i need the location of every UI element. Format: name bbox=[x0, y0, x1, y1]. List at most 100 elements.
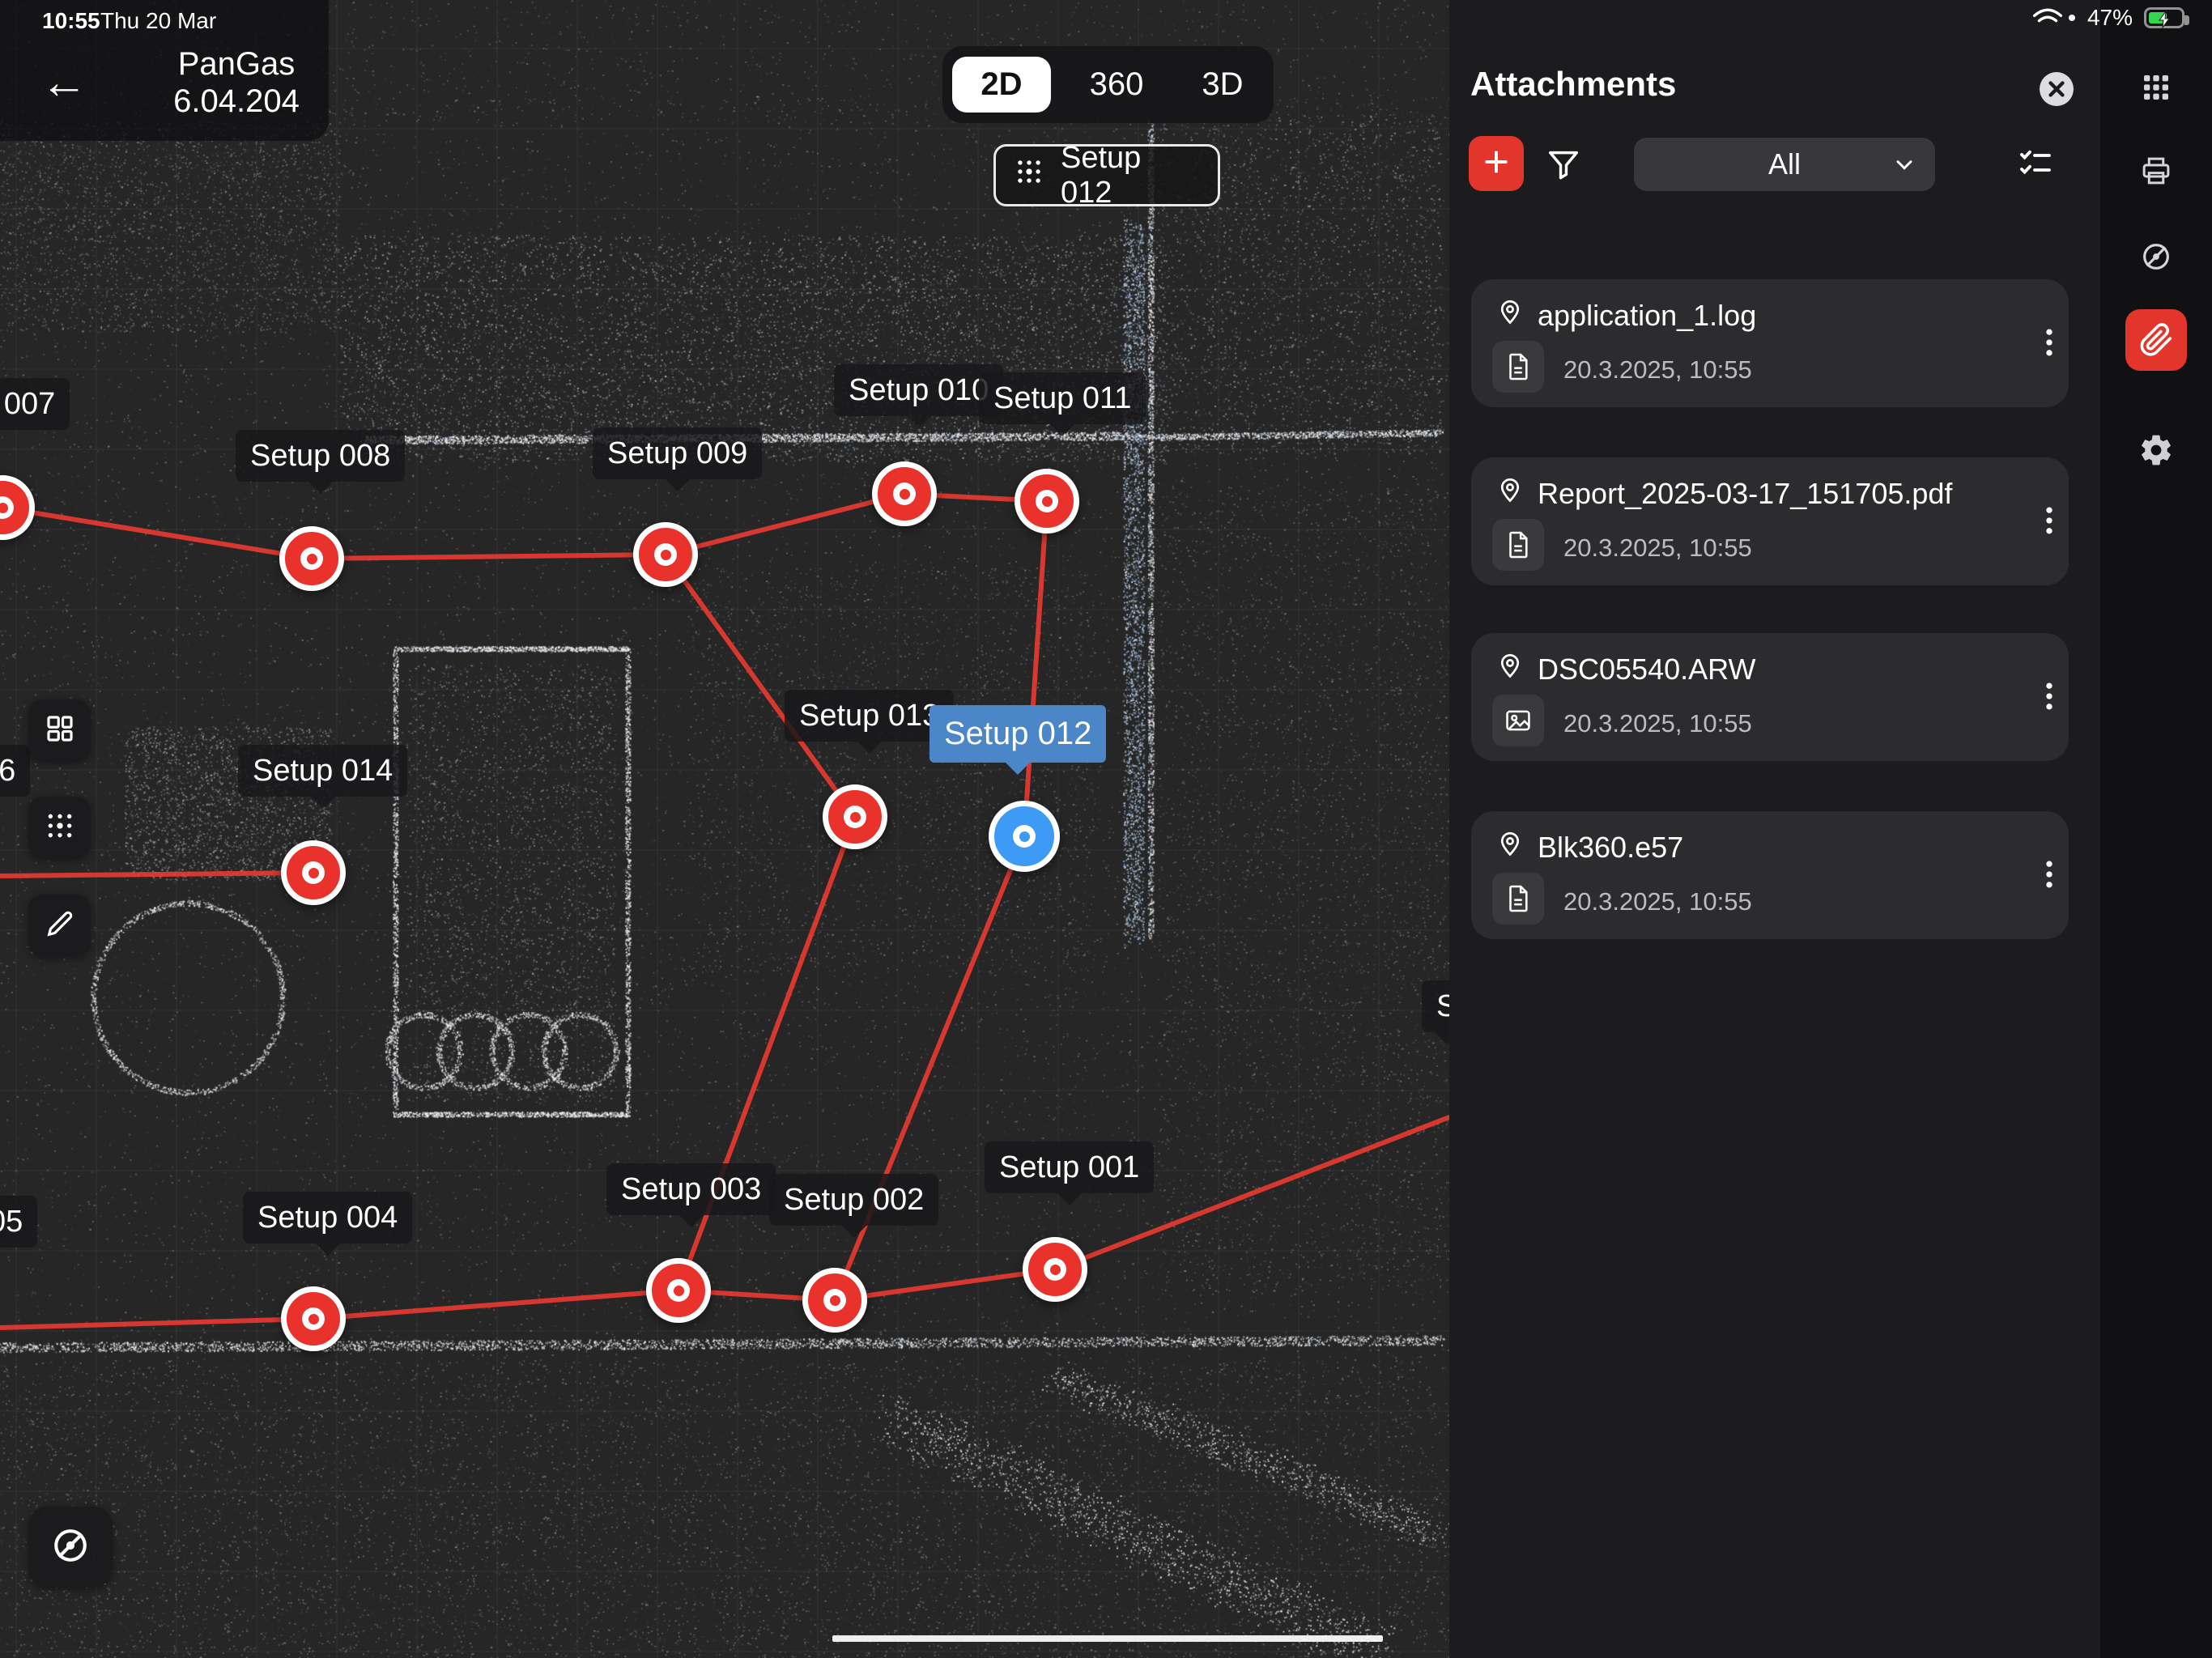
scanner-offline-button[interactable] bbox=[2139, 240, 2173, 278]
document-icon bbox=[1492, 341, 1544, 393]
setup-marker-011[interactable] bbox=[1015, 469, 1079, 534]
right-toolbar-rail bbox=[2100, 0, 2212, 1658]
attachment-name: DSC05540.ARW bbox=[1538, 653, 1999, 687]
setup-label-011[interactable]: Setup 011 bbox=[979, 372, 1146, 424]
row-menu-button[interactable] bbox=[2031, 325, 2067, 364]
attachment-name: Report_2025-03-17_151705.pdf bbox=[1538, 477, 1999, 511]
setup-label-010[interactable]: Setup 010 bbox=[834, 364, 1003, 416]
chevron-down-icon bbox=[1891, 151, 1917, 177]
project-version: 6.04.204 bbox=[139, 83, 334, 120]
setup-label-009[interactable]: Setup 009 bbox=[593, 427, 762, 479]
station-tool-button[interactable] bbox=[28, 797, 91, 859]
setup-marker-004[interactable] bbox=[281, 1286, 346, 1351]
setup-marker-013[interactable] bbox=[823, 784, 887, 849]
multiselect-button[interactable] bbox=[2016, 144, 2055, 187]
edit-tool-button[interactable] bbox=[28, 895, 91, 957]
tab-360[interactable]: 360 bbox=[1064, 46, 1169, 123]
tab-2d[interactable]: 2D bbox=[952, 57, 1051, 113]
active-setup-chip[interactable]: Setup 012 bbox=[993, 144, 1220, 206]
attachment-row[interactable]: Blk360.e57 20.3.2025, 10:55 bbox=[1471, 811, 2069, 939]
setup-marker-008[interactable] bbox=[279, 526, 344, 591]
project-title: PanGas 6.04.204 bbox=[139, 45, 334, 120]
scanner-offline-icon bbox=[2139, 240, 2173, 274]
filter-dropdown-value: All bbox=[1768, 147, 1801, 181]
setup-label-007-clipped[interactable]: Setup 007 bbox=[0, 378, 70, 430]
row-menu-button[interactable] bbox=[2031, 503, 2067, 542]
setup-label-001[interactable]: Setup 001 bbox=[985, 1141, 1154, 1193]
attachment-date: 20.3.2025, 10:55 bbox=[1563, 709, 1752, 738]
wifi-icon bbox=[2032, 6, 2063, 30]
setup-marker-014[interactable] bbox=[281, 840, 346, 905]
pencil-icon bbox=[44, 908, 76, 944]
setup-marker-001[interactable] bbox=[1023, 1237, 1087, 1302]
setup-marker-002[interactable] bbox=[802, 1268, 867, 1333]
status-bar: 10:55 Thu 20 Mar 47% bbox=[0, 0, 2212, 39]
paperclip-icon bbox=[2138, 321, 2175, 359]
setup-marker-012-selected[interactable] bbox=[989, 801, 1060, 872]
settings-button[interactable] bbox=[2138, 432, 2174, 472]
row-menu-button[interactable] bbox=[2031, 857, 2067, 896]
printer-icon bbox=[2139, 154, 2173, 188]
setup-marker-010[interactable] bbox=[872, 461, 937, 526]
attachment-date: 20.3.2025, 10:55 bbox=[1563, 534, 1752, 563]
wifi-dot bbox=[2068, 14, 2076, 22]
setup-label-006-clipped[interactable]: Setup 006 bbox=[0, 745, 30, 797]
row-menu-button[interactable] bbox=[2031, 678, 2067, 718]
setup-label-003[interactable]: Setup 003 bbox=[606, 1163, 776, 1215]
filter-button[interactable] bbox=[1545, 146, 1582, 187]
location-pin-icon bbox=[1495, 829, 1525, 862]
add-attachment-button[interactable] bbox=[1469, 136, 1524, 191]
apps-grid-icon bbox=[2140, 71, 2172, 104]
setup-marker-003[interactable] bbox=[646, 1258, 711, 1323]
plus-icon bbox=[1480, 146, 1512, 182]
project-name: PanGas bbox=[139, 45, 334, 83]
battery-percent: 47% bbox=[2087, 5, 2133, 31]
attachments-panel: Attachments All bbox=[1449, 0, 2100, 1658]
battery-charging-icon bbox=[2144, 7, 2184, 28]
document-icon bbox=[1492, 873, 1544, 925]
active-setup-chip-label: Setup 012 bbox=[1061, 141, 1200, 210]
date: Thu 20 Mar bbox=[100, 8, 216, 34]
view-switcher: 2D 360 3D bbox=[942, 46, 1274, 123]
setup-label-005-clipped[interactable]: Setup 005 bbox=[0, 1196, 37, 1248]
setup-label-012-selected[interactable]: Setup 012 bbox=[929, 705, 1106, 763]
setup-label-014[interactable]: Setup 014 bbox=[238, 745, 407, 797]
attachment-date: 20.3.2025, 10:55 bbox=[1563, 355, 1752, 385]
back-button[interactable]: ← bbox=[40, 58, 87, 107]
filter-dropdown[interactable]: All bbox=[1634, 138, 1935, 191]
attachment-row[interactable]: application_1.log 20.3.2025, 10:55 bbox=[1471, 279, 2069, 407]
scale-bar bbox=[832, 1635, 1383, 1642]
setup-label-002[interactable]: Setup 002 bbox=[769, 1174, 938, 1226]
close-panel-button[interactable] bbox=[2037, 70, 2076, 108]
filter-funnel-icon bbox=[1545, 172, 1582, 186]
panel-title: Attachments bbox=[1470, 65, 1676, 104]
gear-icon bbox=[2138, 432, 2174, 468]
attachment-name: application_1.log bbox=[1538, 299, 1999, 333]
attachment-row[interactable]: DSC05540.ARW 20.3.2025, 10:55 bbox=[1471, 633, 2069, 761]
attachment-date: 20.3.2025, 10:55 bbox=[1563, 887, 1752, 916]
setup-label-004[interactable]: Setup 004 bbox=[243, 1192, 412, 1244]
apps-grid-button[interactable] bbox=[2140, 71, 2172, 108]
attachment-name: Blk360.e57 bbox=[1538, 831, 1999, 865]
scanner-offline-icon bbox=[49, 1524, 91, 1571]
setup-label-008[interactable]: Setup 008 bbox=[236, 430, 405, 482]
location-pin-icon bbox=[1495, 475, 1525, 508]
setup-label-013[interactable]: Setup 013 bbox=[785, 690, 954, 742]
image-icon bbox=[1492, 695, 1544, 746]
setup-marker-009[interactable] bbox=[633, 522, 698, 587]
app-root: Setup 008 Setup 009 Setup 010 Setup 011 … bbox=[0, 0, 2212, 1658]
station-grid-icon bbox=[44, 810, 76, 846]
location-pin-icon bbox=[1495, 651, 1525, 684]
clock: 10:55 bbox=[42, 8, 100, 34]
station-grid-icon bbox=[1014, 156, 1044, 195]
layout-grid-button[interactable] bbox=[28, 699, 91, 762]
attachments-tab-active[interactable] bbox=[2125, 309, 2187, 371]
tab-3d[interactable]: 3D bbox=[1179, 46, 1266, 123]
printer-button[interactable] bbox=[2139, 154, 2173, 192]
location-pin-icon bbox=[1495, 297, 1525, 330]
scanner-offline-button[interactable] bbox=[28, 1507, 113, 1588]
document-icon bbox=[1492, 519, 1544, 571]
attachment-row[interactable]: Report_2025-03-17_151705.pdf 20.3.2025, … bbox=[1471, 457, 2069, 585]
checklist-icon bbox=[2016, 172, 2055, 186]
layout-grid-icon bbox=[43, 712, 77, 750]
